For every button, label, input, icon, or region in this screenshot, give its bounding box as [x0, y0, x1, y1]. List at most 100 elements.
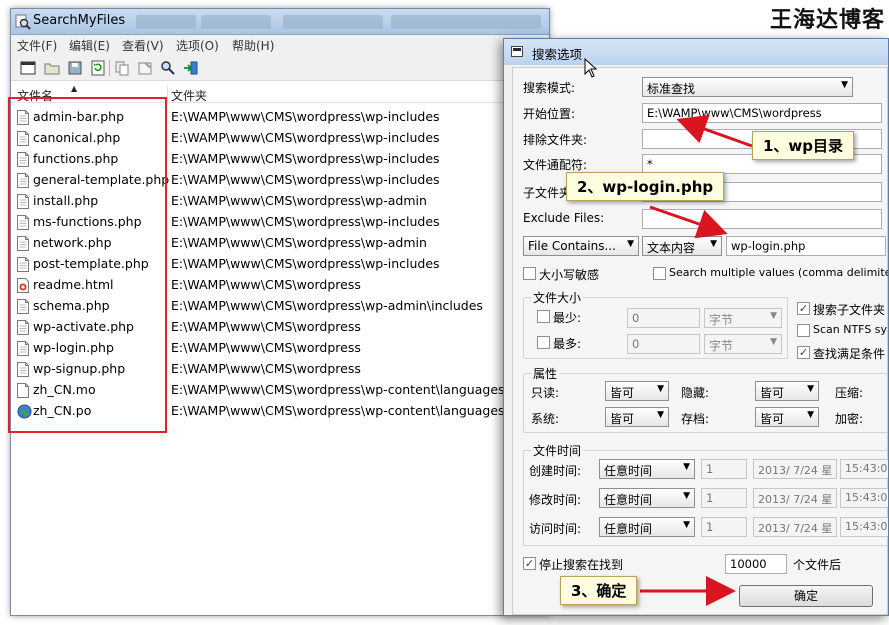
accessed-clock-input[interactable]: 15:43:0 [840, 517, 888, 537]
menu-edit[interactable]: 编辑(E) [69, 37, 110, 54]
contains-mode-select[interactable]: File Contains... ▼ [523, 236, 639, 256]
sort-arrow-icon: ▲ [71, 84, 78, 93]
window-icon [511, 46, 523, 57]
size-group-label: 文件大小 [531, 289, 584, 306]
modified-time-select[interactable]: 任意时间 ▼ [599, 488, 695, 508]
stop-suffix-label: 个文件后 [793, 558, 842, 572]
hidden-value: 皆可 [760, 386, 785, 400]
content-type-select[interactable]: 文本内容 ▼ [642, 236, 722, 256]
menu-file[interactable]: 文件(F) [17, 37, 57, 54]
created-count-input[interactable]: 1 [701, 459, 747, 479]
stop-search-checkbox[interactable]: ✓ [523, 557, 536, 570]
case-sensitive-checkbox[interactable] [523, 267, 536, 280]
readonly-select[interactable]: 皆可 ▼ [605, 381, 669, 401]
min-size-checkbox[interactable] [537, 310, 550, 323]
case-sensitive-label: 大小写敏感 [539, 268, 600, 282]
contains-mode-value: File Contains... [528, 239, 616, 253]
hidden-label: 隐藏: [681, 386, 710, 400]
created-clock-input[interactable]: 15:43:0 [840, 459, 888, 479]
content-input[interactable]: wp-login.php [726, 236, 886, 256]
chevron-down-icon: ▼ [683, 491, 690, 501]
search-mode-select[interactable]: 标准查找 ▼ [642, 77, 853, 97]
content-type-value: 文本内容 [647, 241, 696, 255]
modified-date-input[interactable]: 2013/ 7/24 星 [753, 488, 837, 508]
accessed-label: 访问时间: [529, 522, 582, 536]
archive-value: 皆可 [760, 412, 785, 426]
file-time-group-label: 文件时间 [531, 442, 584, 459]
attributes-group-label: 属性 [531, 365, 560, 382]
file-folder: E:\WAMP\www\CMS\wordpress [171, 277, 361, 292]
chevron-down-icon: ▼ [657, 410, 664, 420]
modified-clock-input[interactable]: 15:43:0 [840, 488, 888, 508]
chevron-down-icon: ▼ [683, 520, 690, 530]
scan-ntfs-checkbox[interactable] [797, 324, 810, 337]
multi-values-checkbox[interactable] [653, 267, 666, 280]
system-select[interactable]: 皆可 ▼ [605, 407, 669, 427]
system-label: 系统: [531, 412, 560, 426]
file-folder: E:\WAMP\www\CMS\wordpress\wp-includes [171, 151, 440, 166]
system-value: 皆可 [610, 412, 635, 426]
new-search-icon[interactable] [19, 59, 37, 77]
file-folder: E:\WAMP\www\CMS\wordpress\wp-admin [171, 193, 427, 208]
dialog-title: 搜索选项 [532, 47, 583, 62]
window-title: SearchMyFiles [33, 13, 126, 28]
created-time-select[interactable]: 任意时间 ▼ [599, 459, 695, 479]
column-header-folder[interactable]: 文件夹 [171, 87, 207, 104]
stop-count-input[interactable]: 10000 [725, 554, 787, 574]
readonly-value: 皆可 [610, 386, 635, 400]
properties-icon[interactable] [136, 59, 154, 77]
accessed-count-input[interactable]: 1 [701, 517, 747, 537]
hidden-select[interactable]: 皆可 ▼ [755, 381, 819, 401]
exclude-files-input[interactable] [642, 209, 882, 229]
created-time-value: 任意时间 [604, 464, 653, 478]
start-location-input[interactable]: E:\WAMP\www\CMS\wordpress [642, 103, 882, 123]
wildcard-label: 文件通配符: [523, 158, 588, 172]
copy-icon[interactable] [113, 59, 131, 77]
find-icon[interactable] [159, 59, 177, 77]
match-all-checkbox[interactable]: ✓ [797, 346, 810, 359]
blurred-tab [283, 15, 383, 29]
file-folder: E:\WAMP\www\CMS\wordpress\wp-admin\inclu… [171, 298, 483, 313]
max-size-unit-select[interactable]: 字节 ▼ [704, 334, 782, 354]
highlight-box [8, 97, 167, 433]
menu-help[interactable]: 帮助(H) [232, 37, 274, 54]
save-icon[interactable] [66, 59, 84, 77]
max-size-input[interactable]: 0 [627, 334, 700, 354]
start-location-label: 开始位置: [523, 107, 576, 121]
menu-options[interactable]: 选项(O) [176, 37, 219, 54]
accessed-date-input[interactable]: 2013/ 7/24 星 [753, 517, 837, 537]
open-icon[interactable] [43, 59, 61, 77]
min-size-unit-select[interactable]: 字节 ▼ [704, 308, 782, 328]
modified-count-input[interactable]: 1 [701, 488, 747, 508]
chevron-down-icon: ▼ [807, 410, 814, 420]
min-size-label: 最少: [553, 311, 582, 325]
ok-button[interactable]: 确定 [739, 585, 873, 607]
search-subfolders-checkbox[interactable]: ✓ [797, 302, 810, 315]
encrypted-label: 加密: [835, 412, 864, 426]
accessed-time-select[interactable]: 任意时间 ▼ [599, 517, 695, 537]
menu-view[interactable]: 查看(V) [122, 37, 164, 54]
chevron-down-icon: ▼ [770, 337, 777, 347]
file-folder: E:\WAMP\www\CMS\wordpress [171, 361, 361, 376]
min-size-unit-value: 字节 [709, 313, 734, 327]
file-folder: E:\WAMP\www\CMS\wordpress\wp-content\lan… [171, 403, 505, 418]
scan-ntfs-label: Scan NTFS sy [813, 323, 888, 336]
blurred-tab [136, 15, 196, 29]
title-bar: SearchMyFiles [11, 9, 549, 35]
modified-label: 修改时间: [529, 493, 582, 507]
exit-icon[interactable] [182, 59, 200, 77]
menu-bar: 文件(F) 编辑(E) 查看(V) 选项(O) 帮助(H) [11, 35, 549, 55]
archive-select[interactable]: 皆可 ▼ [755, 407, 819, 427]
column-divider[interactable] [167, 85, 168, 103]
file-folder: E:\WAMP\www\CMS\wordpress\wp-includes [171, 256, 440, 271]
created-date-input[interactable]: 2013/ 7/24 星 [753, 459, 837, 479]
search-options-dialog: 搜索选项 搜索模式: 标准查找 ▼ 开始位置: E:\WAMP\www\CMS\w… [503, 38, 889, 616]
min-size-input[interactable]: 0 [627, 308, 700, 328]
refresh-icon[interactable] [89, 59, 107, 77]
file-folder: E:\WAMP\www\CMS\wordpress\wp-includes [171, 172, 440, 187]
subfolder-label: 子文件夹 [523, 186, 572, 200]
max-size-checkbox[interactable] [537, 336, 550, 349]
callout-1: 1、wp目录 [752, 131, 855, 160]
archive-label: 存档: [681, 412, 710, 426]
toolbar [11, 55, 549, 81]
